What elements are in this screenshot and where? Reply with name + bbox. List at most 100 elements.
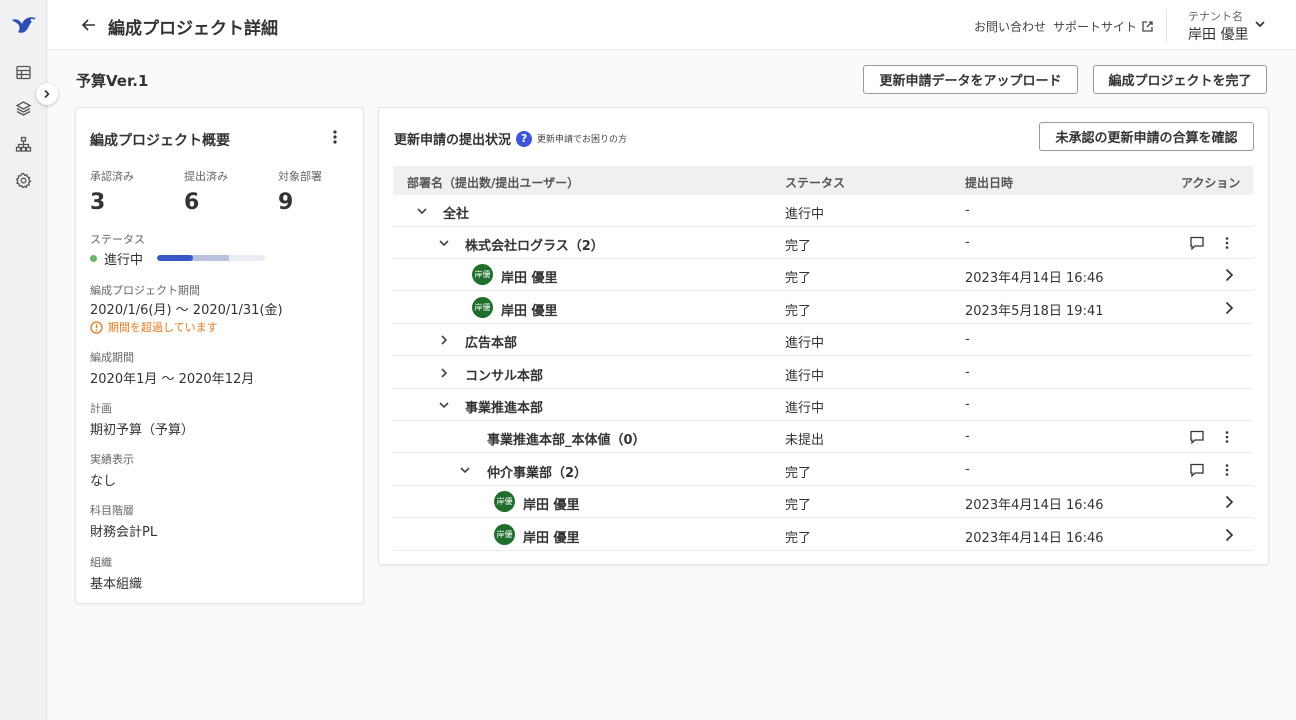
more-vertical-icon[interactable] [1219, 429, 1235, 445]
organization-value: 基本組織 [90, 577, 143, 592]
sidebar-expand-button[interactable] [36, 83, 58, 105]
warning-circle-icon [90, 320, 103, 334]
chevron-down-icon[interactable] [458, 463, 472, 477]
table-row[interactable]: 岸優 岸田 優里 完了 2023年4月14日 16:46 [393, 519, 1253, 551]
table-row[interactable]: 岸優 岸田 優里 完了 2023年4月14日 16:46 [393, 259, 1253, 291]
external-link-icon [1142, 21, 1153, 32]
help-link[interactable]: 更新申請でお困りの方 [537, 132, 627, 145]
col-action: アクション [1181, 176, 1241, 190]
row-status: 完了 [785, 304, 812, 319]
budget-version-title: 予算Ver.1 [76, 72, 149, 90]
more-vertical-icon[interactable] [327, 129, 343, 145]
table-row: 広告本部 進行中 - [393, 324, 1253, 356]
submission-status-card: 更新申請の提出状況 ? 更新申請でお困りの方 未承認の更新申請の合算を確認 部署… [378, 107, 1269, 565]
row-date: - [965, 235, 970, 250]
submitted-label: 提出済み [184, 170, 228, 183]
complete-project-button[interactable]: 編成プロジェクトを完了 [1093, 65, 1267, 94]
row-date: - [965, 203, 970, 218]
more-vertical-icon[interactable] [1219, 235, 1235, 251]
gear-icon[interactable] [15, 172, 32, 189]
chevron-down-icon[interactable] [437, 398, 451, 412]
organization-label: 組織 [90, 556, 112, 569]
submission-status-header: 更新申請の提出状況 ? 更新申請でお困りの方 [394, 129, 627, 148]
chevron-right-icon[interactable] [437, 333, 451, 347]
user-name: 岸田 優里 [501, 271, 558, 286]
user-name: 岸田 優里 [501, 304, 558, 319]
chevron-right-icon[interactable] [1221, 527, 1237, 543]
chevron-right-icon[interactable] [1221, 267, 1237, 283]
target-dept-count: 9 [278, 190, 294, 215]
submission-status-title: 更新申請の提出状況 [394, 133, 512, 148]
progress-approved [157, 255, 193, 261]
actual-value: なし [90, 474, 117, 489]
table-row: 仲介事業部（2） 完了 - [393, 454, 1253, 486]
row-status: 完了 [785, 466, 812, 481]
overdue-warning: 期間を超過しています [90, 319, 218, 335]
chevron-down-icon[interactable] [437, 236, 451, 250]
row-date: 2023年5月18日 19:41 [965, 304, 1104, 319]
more-vertical-icon[interactable] [1219, 462, 1235, 478]
back-arrow-icon[interactable] [80, 16, 98, 34]
row-date: 2023年4月14日 16:46 [965, 271, 1104, 286]
help-icon[interactable]: ? [516, 130, 533, 147]
confirm-unapproved-total-button[interactable]: 未承認の更新申請の合算を確認 [1039, 122, 1254, 151]
account-hierarchy-value: 財務会計PL [90, 525, 158, 540]
plan-value: 期初予算（予算） [90, 423, 195, 438]
department-name: 事業推進本部_本体値（0） [487, 433, 646, 448]
top-bar: 編成プロジェクト詳細 お問い合わせ サポートサイト テナント名 岸田 優里 [48, 0, 1296, 50]
avatar: 岸優 [494, 524, 515, 545]
comment-icon[interactable] [1189, 462, 1205, 478]
col-department: 部署名（提出数/提出ユーザー） [407, 176, 580, 190]
chevron-down-icon[interactable] [1254, 18, 1266, 30]
chevron-down-icon[interactable] [415, 204, 429, 218]
table-row: コンサル本部 進行中 - [393, 357, 1253, 389]
chevron-right-icon[interactable] [1221, 300, 1237, 316]
row-date: 2023年4月14日 16:46 [965, 531, 1104, 546]
approved-label: 承認済み [90, 170, 134, 183]
row-date: - [965, 429, 970, 444]
chevron-right-icon[interactable] [1221, 494, 1237, 510]
tenant-user-name[interactable]: 岸田 優里 [1188, 24, 1248, 44]
user-name: 岸田 優里 [523, 531, 580, 546]
department-name: 全社 [443, 207, 470, 222]
divider [1166, 9, 1167, 42]
row-status: 進行中 [785, 401, 825, 416]
table-icon[interactable] [15, 64, 32, 81]
upload-update-data-button[interactable]: 更新申請データをアップロード [863, 65, 1078, 94]
layers-icon[interactable] [15, 100, 32, 117]
table-row: 株式会社ログラス（2） 完了 - [393, 227, 1253, 259]
period-value: 2020/1/6(月) 〜 2020/1/31(金) [90, 303, 283, 318]
row-date: 2023年4月14日 16:46 [965, 498, 1104, 513]
row-date: - [965, 332, 970, 347]
department-name: 株式会社ログラス（2） [465, 239, 604, 254]
row-status: 進行中 [785, 369, 825, 384]
row-date: - [965, 462, 970, 477]
main-area: 編成プロジェクト詳細 お問い合わせ サポートサイト テナント名 岸田 優里 予算… [48, 0, 1296, 720]
avatar: 岸優 [494, 491, 515, 512]
col-submitted-at: 提出日時 [965, 176, 1014, 190]
table-row[interactable]: 岸優 岸田 優里 完了 2023年4月14日 16:46 [393, 486, 1253, 518]
row-status: 進行中 [785, 207, 825, 222]
row-status: 完了 [785, 498, 812, 513]
chevron-right-icon[interactable] [437, 366, 451, 380]
contact-link[interactable]: お問い合わせ [974, 18, 1046, 35]
row-status: 未提出 [785, 433, 825, 448]
user-name: 岸田 優里 [523, 498, 580, 513]
org-chart-icon[interactable] [15, 136, 32, 153]
comment-icon[interactable] [1189, 429, 1205, 445]
avatar: 岸優 [472, 297, 493, 318]
account-hierarchy-label: 科目階層 [90, 504, 134, 517]
contact-link-label: お問い合わせ [974, 20, 1047, 34]
table-row[interactable]: 岸優 岸田 優里 完了 2023年5月18日 19:41 [393, 292, 1253, 324]
department-name: 事業推進本部 [465, 401, 544, 416]
department-name: 広告本部 [465, 336, 518, 351]
logo-icon [12, 17, 36, 33]
project-overview-card: 編成プロジェクト概要 承認済み 3 提出済み 6 対象部署 9 ステータス 進行… [75, 107, 364, 604]
overview-title: 編成プロジェクト概要 [90, 133, 230, 149]
status-label: ステータス [90, 233, 145, 246]
period-label: 編成プロジェクト期間 [90, 284, 200, 297]
support-site-link[interactable]: サポートサイト [1053, 18, 1154, 35]
table-row: 事業推進本部_本体値（0） 未提出 - [393, 421, 1253, 453]
table-row: 事業推進本部 進行中 - [393, 389, 1253, 421]
comment-icon[interactable] [1189, 235, 1205, 251]
